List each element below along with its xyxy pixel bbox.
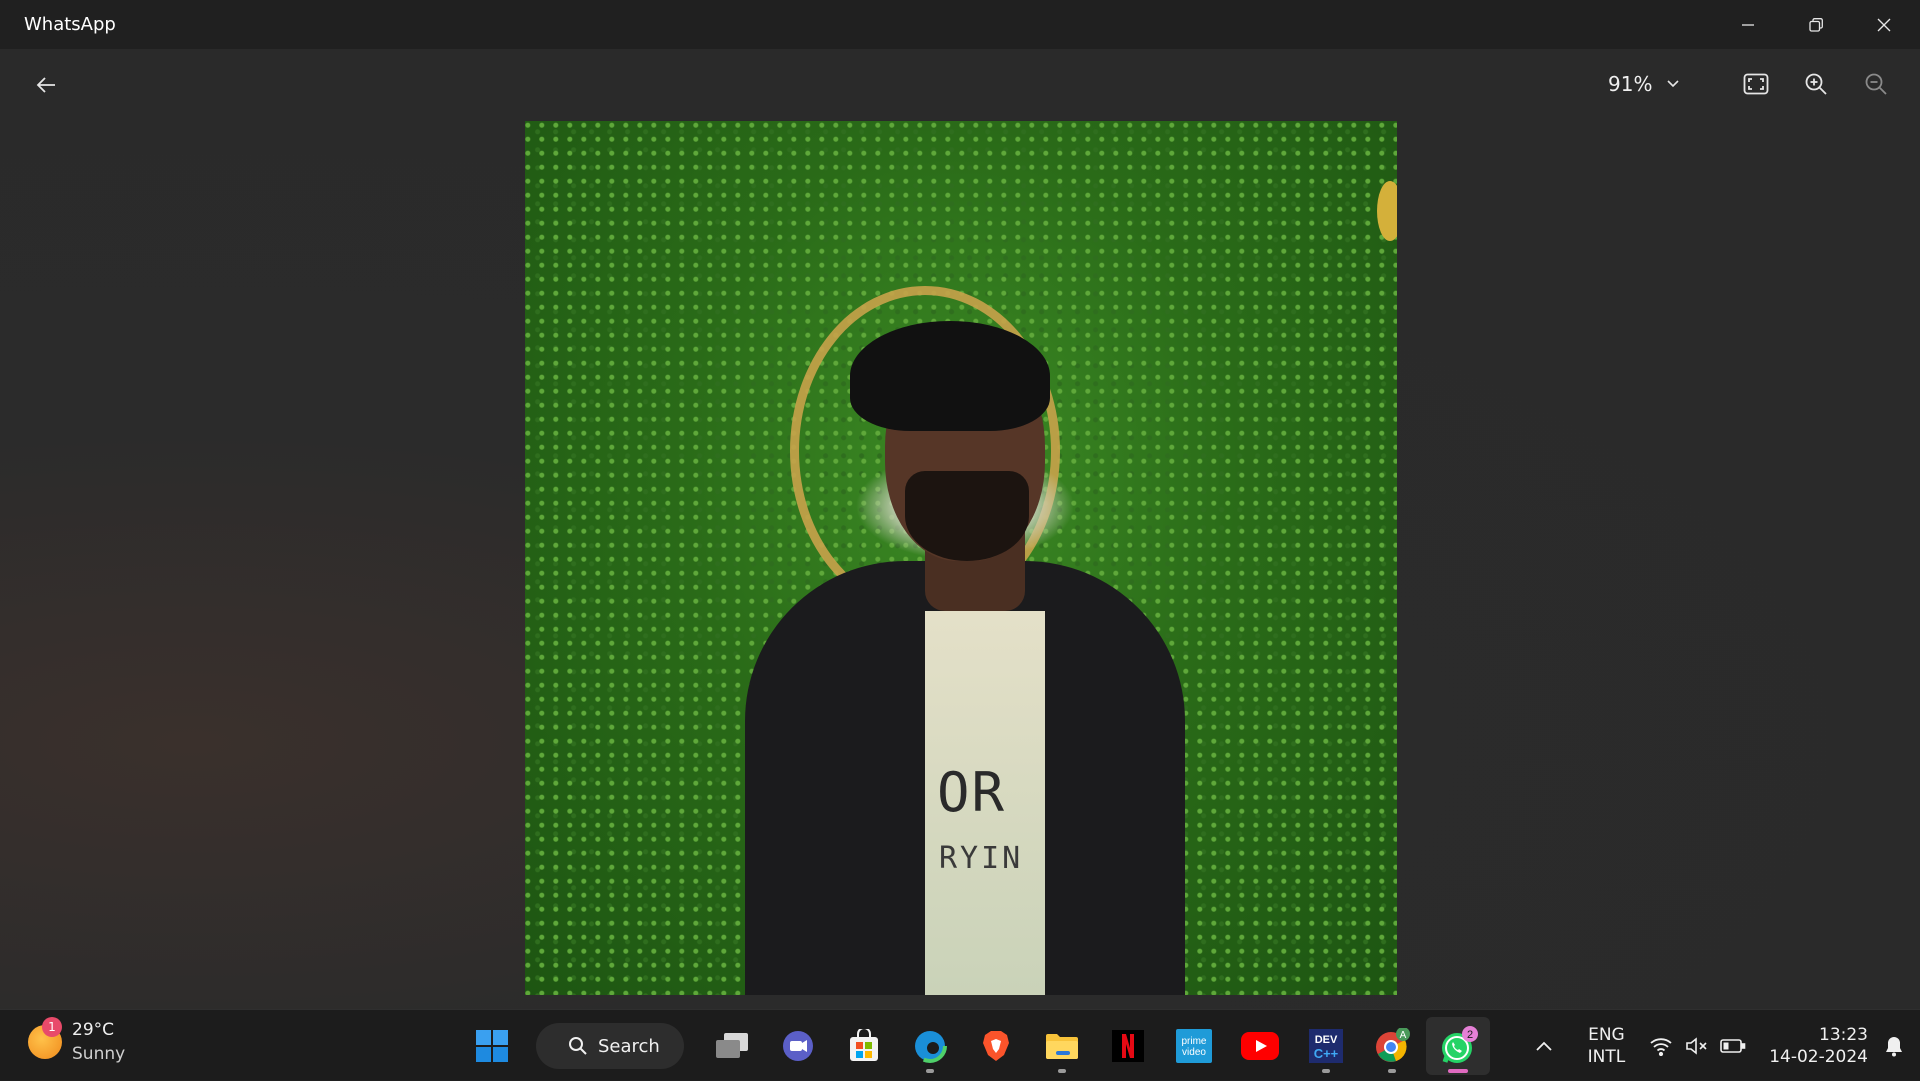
windows-icon xyxy=(476,1030,508,1062)
wifi-icon xyxy=(1650,1037,1672,1056)
running-indicator xyxy=(1322,1069,1330,1073)
close-button[interactable] xyxy=(1850,0,1918,49)
netflix-button[interactable] xyxy=(1096,1017,1160,1075)
clock-time: 13:23 xyxy=(1819,1024,1868,1045)
running-indicator xyxy=(1388,1069,1396,1073)
youtube-button[interactable] xyxy=(1228,1017,1292,1075)
prime-video-icon: primevideo xyxy=(1176,1029,1212,1063)
weather-badge: 1 xyxy=(42,1017,62,1037)
windows-taskbar: 1 29°C Sunny Search prime video DEV C++ … xyxy=(0,1009,1920,1080)
chrome-button[interactable]: A xyxy=(1360,1017,1424,1075)
chrome-icon: A xyxy=(1376,1028,1410,1062)
chevron-up-icon xyxy=(1535,1041,1552,1051)
chevron-down-icon xyxy=(1667,80,1680,88)
teams-icon xyxy=(783,1031,813,1061)
image-viewer-canvas: OR RYIN xyxy=(0,121,1920,1009)
brave-button[interactable] xyxy=(964,1017,1028,1075)
volume-muted-icon xyxy=(1686,1036,1707,1055)
netflix-icon xyxy=(1112,1030,1144,1062)
battery-icon xyxy=(1720,1038,1746,1053)
whatsapp-window: WhatsApp 91% OR RYIN xyxy=(0,0,1920,1009)
weather-temperature: 29°C xyxy=(72,1020,115,1040)
restore-button[interactable] xyxy=(1782,0,1850,49)
svg-text:prime: prime xyxy=(1181,1036,1206,1047)
title-bar: WhatsApp xyxy=(0,0,1920,49)
clock-date: 14-02-2024 xyxy=(1769,1046,1868,1067)
svg-text:C++: C++ xyxy=(1314,1046,1339,1061)
zoom-out-button[interactable] xyxy=(1852,60,1900,108)
prime-video-button[interactable]: prime video xyxy=(1162,1017,1226,1075)
keyboard-layout: INTL xyxy=(1587,1046,1626,1067)
file-explorer-button[interactable] xyxy=(1030,1017,1094,1075)
person-tshirt: OR RYIN xyxy=(925,611,1045,995)
window-title: WhatsApp xyxy=(24,14,116,35)
bell-icon xyxy=(1886,1036,1902,1056)
sun-icon: 1 xyxy=(28,1017,62,1059)
battery-button[interactable] xyxy=(1715,1038,1751,1054)
svg-text:video: video xyxy=(1182,1047,1206,1058)
tshirt-print-line-2: RYIN xyxy=(939,841,1024,876)
minimize-icon xyxy=(1742,23,1754,26)
person-hair xyxy=(850,321,1050,431)
minimize-button[interactable] xyxy=(1714,0,1782,49)
profile-photo[interactable]: OR RYIN xyxy=(525,121,1397,995)
store-icon xyxy=(850,1029,878,1061)
search-icon xyxy=(569,1037,587,1055)
zoom-in-button[interactable] xyxy=(1792,60,1840,108)
taskbar-apps: Search prime video DEV C++ A 2 xyxy=(460,1016,1492,1076)
task-view-icon xyxy=(716,1033,748,1058)
system-tray: ENG INTL 13:23 14-02-2024 xyxy=(1524,1010,1920,1081)
whatsapp-button[interactable]: 2 xyxy=(1426,1017,1490,1075)
svg-text:DEV: DEV xyxy=(1315,1034,1338,1046)
search-label: Search xyxy=(598,1035,660,1057)
svg-text:2: 2 xyxy=(1467,1029,1473,1041)
zoom-level-value: 91% xyxy=(1608,72,1653,96)
language-indicator[interactable]: ENG INTL xyxy=(1588,1024,1626,1068)
running-indicator xyxy=(1058,1069,1066,1073)
fit-to-screen-button[interactable] xyxy=(1732,60,1780,108)
taskbar-search[interactable]: Search xyxy=(536,1023,684,1069)
start-button[interactable] xyxy=(460,1017,524,1075)
task-view-button[interactable] xyxy=(700,1017,764,1075)
teams-button[interactable] xyxy=(766,1017,830,1075)
close-icon xyxy=(1877,18,1891,31)
folder-icon xyxy=(1046,1034,1078,1059)
brave-icon xyxy=(983,1031,1009,1061)
zoom-level-dropdown[interactable]: 91% xyxy=(1608,60,1680,108)
edge-icon xyxy=(913,1029,947,1063)
microsoft-store-button[interactable] xyxy=(832,1017,896,1075)
weather-widget[interactable]: 1 29°C Sunny xyxy=(28,1017,126,1066)
show-hidden-icons-button[interactable] xyxy=(1524,1041,1564,1051)
active-indicator xyxy=(1448,1069,1468,1073)
fit-to-screen-icon xyxy=(1743,73,1769,95)
devcpp-icon: DEVC++ xyxy=(1309,1029,1343,1063)
back-button[interactable] xyxy=(22,61,70,109)
arrow-left-icon xyxy=(36,77,55,93)
zoom-out-icon xyxy=(1865,73,1887,95)
dev-cpp-button[interactable]: DEV C++ xyxy=(1294,1017,1358,1075)
youtube-icon xyxy=(1241,1032,1279,1060)
zoom-in-icon xyxy=(1805,73,1827,95)
chrome-profile-badge: A xyxy=(1400,1030,1407,1041)
weather-condition: Sunny xyxy=(72,1044,126,1064)
edge-button[interactable] xyxy=(898,1017,962,1075)
clock[interactable]: 13:23 14-02-2024 xyxy=(1769,1024,1868,1068)
wifi-button[interactable] xyxy=(1643,1036,1679,1056)
whatsapp-icon: 2 xyxy=(1442,1026,1478,1063)
restore-icon xyxy=(1809,17,1823,32)
notifications-button[interactable] xyxy=(1868,1035,1920,1057)
tshirt-print-line-1: OR xyxy=(937,761,1007,824)
person-beard xyxy=(905,471,1029,561)
gold-decoration xyxy=(1377,181,1397,241)
running-indicator xyxy=(926,1069,934,1073)
volume-button[interactable] xyxy=(1679,1036,1715,1056)
language-code: ENG xyxy=(1588,1024,1625,1045)
